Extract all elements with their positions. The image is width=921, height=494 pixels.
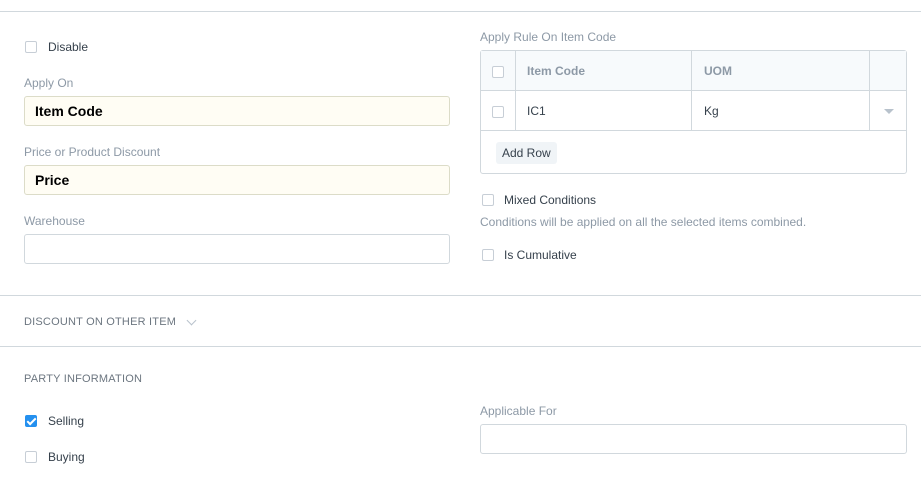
grid-column-uom: UOM — [704, 64, 732, 78]
apply-rule-label: Apply Rule On Item Code — [480, 30, 617, 44]
mixed-conditions-checkbox[interactable] — [482, 194, 494, 206]
discount-other-item-title: DISCOUNT ON OTHER ITEM — [24, 316, 177, 328]
selling-checkbox-row[interactable]: Selling — [25, 414, 84, 428]
apply-on-select[interactable]: Item Code — [24, 96, 450, 126]
grid-header: Item Code UOM — [481, 51, 906, 91]
warehouse-input[interactable] — [24, 234, 450, 264]
select-all-checkbox[interactable] — [492, 66, 504, 78]
section-divider — [0, 295, 921, 296]
price-discount-select[interactable]: Price — [24, 165, 450, 195]
add-row-button[interactable]: Add Row — [496, 142, 557, 164]
buying-checkbox[interactable] — [25, 451, 37, 463]
table-row[interactable]: IC1 Kg — [481, 91, 906, 131]
row-item-code[interactable]: IC1 — [527, 104, 546, 118]
disable-label: Disable — [48, 40, 89, 54]
party-information-title: PARTY INFORMATION — [24, 373, 143, 385]
grid-divider — [515, 51, 516, 131]
disable-checkbox[interactable] — [25, 41, 37, 53]
selling-label: Selling — [48, 414, 85, 428]
is-cumulative-row[interactable]: Is Cumulative — [482, 248, 577, 262]
grid-column-item-code: Item Code — [527, 64, 586, 78]
mixed-conditions-label: Mixed Conditions — [504, 193, 597, 207]
buying-label: Buying — [48, 450, 85, 464]
row-checkbox[interactable] — [492, 106, 504, 118]
top-divider — [0, 11, 921, 12]
applicable-for-select[interactable] — [480, 424, 907, 454]
section-divider — [0, 346, 921, 347]
mixed-conditions-row[interactable]: Mixed Conditions — [482, 193, 596, 207]
grid-divider — [869, 51, 870, 131]
grid-divider — [691, 51, 692, 131]
selling-checkbox[interactable] — [25, 415, 37, 427]
warehouse-label: Warehouse — [24, 214, 85, 228]
discount-other-item-section-toggle[interactable]: DISCOUNT ON OTHER ITEM — [24, 315, 197, 328]
disable-checkbox-row[interactable]: Disable — [25, 40, 88, 54]
applicable-for-label: Applicable For — [480, 404, 557, 418]
chevron-down-icon — [186, 315, 197, 325]
apply-on-label: Apply On — [24, 76, 74, 90]
is-cumulative-checkbox[interactable] — [482, 249, 494, 261]
item-code-grid: Item Code UOM IC1 Kg Add Row — [480, 50, 907, 174]
buying-checkbox-row[interactable]: Buying — [25, 450, 85, 464]
row-uom[interactable]: Kg — [704, 104, 719, 118]
is-cumulative-label: Is Cumulative — [504, 248, 577, 262]
mixed-conditions-help: Conditions will be applied on all the se… — [480, 215, 807, 229]
price-discount-label: Price or Product Discount — [24, 145, 161, 159]
row-dropdown-icon[interactable] — [884, 109, 894, 114]
